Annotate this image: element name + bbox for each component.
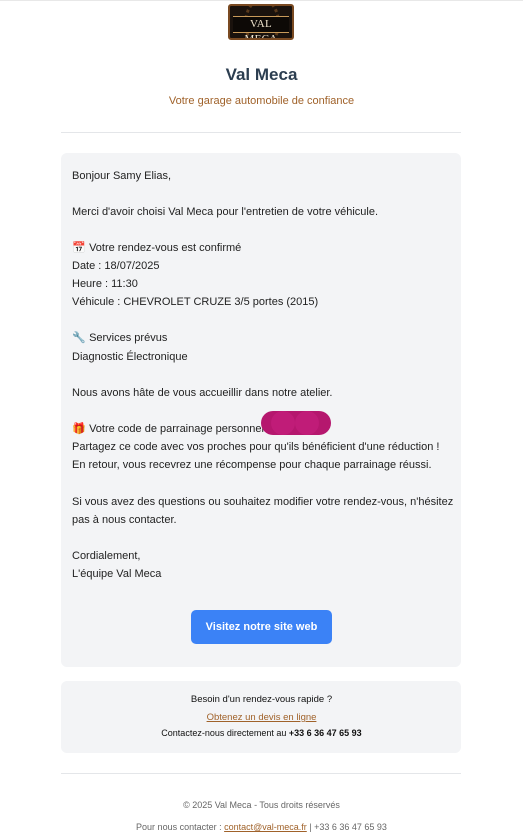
services-heading: Services prévus: [89, 332, 168, 344]
footer-divider: [61, 773, 461, 774]
val-meca-logo: VAL MECA: [228, 4, 294, 40]
message-card: [61, 153, 461, 667]
brand-title: Val Meca: [225, 65, 298, 84]
header-divider: [61, 132, 461, 133]
brand-tagline: Votre garage automobile de confiance: [168, 95, 355, 107]
services-heading-line: 🔧 Services prévus: [72, 331, 167, 345]
quote-contact-prefix: Contactez-nous directement au: [161, 728, 289, 738]
footer-email-link[interactable]: contact@val-meca.fr: [224, 822, 307, 832]
gift-icon: 🎁: [72, 423, 86, 435]
footer-copyright: © 2025 Val Meca - Tous droits réservés: [183, 800, 340, 810]
redacted-referral-code: [261, 411, 331, 435]
online-quote-link[interactable]: Obtenez un devis en ligne: [0, 712, 523, 723]
footer-contact-prefix: Pour nous contacter :: [136, 822, 225, 832]
email-page: VAL MECA Val Meca Votre garage automobil…: [0, 1, 523, 833]
logo-text: VAL MECA: [233, 16, 289, 38]
footer-phone: +33 6 36 47 65 93: [314, 822, 387, 832]
signature: L'équipe Val Meca: [72, 568, 162, 580]
appointment-vehicle: Véhicule : CHEVROLET CRUZE 3/5 portes (2…: [72, 296, 319, 308]
closing: Cordialement,: [72, 550, 141, 562]
appointment-date: Date : 18/07/2025: [72, 260, 160, 272]
referral-share-text: Partagez ce code avec vos proches pour q…: [72, 441, 440, 453]
appointment-time: Heure : 11:30: [72, 278, 138, 290]
service-item: Diagnostic Électronique: [72, 351, 188, 363]
appointment-heading-line: 📅 Votre rendez-vous est confirmé: [72, 241, 241, 255]
quote-question: Besoin d'un rendez-vous rapide ?: [190, 694, 333, 705]
quote-phone[interactable]: +33 6 36 47 65 93: [289, 728, 362, 738]
footer-contact: Pour nous contacter : contact@val-meca.f…: [0, 822, 523, 832]
questions-text-1: Si vous avez des questions ou souhaitez …: [72, 496, 454, 508]
wrench-icon: 🔧: [72, 332, 86, 344]
visit-website-button[interactable]: Visitez notre site web: [191, 610, 332, 644]
welcome-text: Nous avons hâte de vous accueillir dans …: [72, 387, 333, 399]
referral-reward-text: En retour, vous recevrez une récompense …: [72, 459, 432, 471]
appointment-heading: Votre rendez-vous est confirmé: [89, 242, 242, 254]
thanks-text: Merci d'avoir choisi Val Meca pour l'ent…: [72, 206, 379, 218]
greeting: Bonjour Samy Elias,: [72, 170, 172, 182]
questions-text-2: pas à nous contacter.: [72, 514, 177, 526]
referral-heading-line: 🎁 Votre code de parrainage personnel :: [72, 422, 270, 436]
quote-contact: Contactez-nous directement au +33 6 36 4…: [0, 728, 523, 738]
referral-heading: Votre code de parrainage personnel :: [89, 423, 271, 435]
calendar-icon: 📅: [72, 242, 86, 254]
